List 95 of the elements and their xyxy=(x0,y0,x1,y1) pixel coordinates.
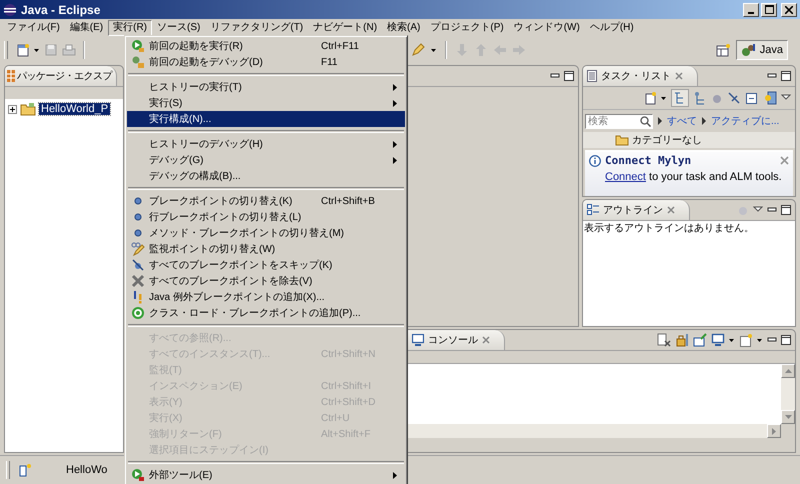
category-label: カテゴリーなし xyxy=(632,134,702,147)
list-icon xyxy=(587,70,597,82)
pencil-icon[interactable] xyxy=(410,43,426,57)
maximize-icon[interactable] xyxy=(781,335,791,345)
menu-item[interactable]: ナビゲート(N) xyxy=(308,20,382,36)
search-field[interactable]: 検索 xyxy=(585,114,653,128)
menu-item[interactable]: すべてのブレークポイントを除去(V) xyxy=(127,273,405,289)
scroll-down-button[interactable] xyxy=(781,410,795,424)
maximize-icon[interactable] xyxy=(564,71,574,81)
bug-icon xyxy=(131,55,145,69)
menu-item[interactable]: ヘルプ(H) xyxy=(584,20,639,36)
class-icon xyxy=(131,306,145,320)
filter-link[interactable]: すべて xyxy=(667,114,697,128)
view-tab[interactable]: タスク・リスト xyxy=(583,66,698,86)
close-button[interactable] xyxy=(781,2,797,16)
perspective-icon xyxy=(740,43,757,57)
vertical-scrollbar[interactable] xyxy=(781,364,795,424)
menu-item[interactable]: すべてのブレークポイントをスキップ(K) xyxy=(127,257,405,273)
menu-item[interactable]: 前回の起動をデバッグ(D) F11 xyxy=(127,54,405,70)
menu-item[interactable]: ブレークポイントの切り替え(K) Ctrl+Shift+B xyxy=(127,193,405,209)
menu-item[interactable]: 実行構成(N)... xyxy=(127,111,405,127)
search-icon xyxy=(640,116,651,126)
scheduled-icon[interactable] xyxy=(693,91,707,105)
menu-item[interactable]: ソース(S) xyxy=(152,20,206,36)
close-icon xyxy=(785,6,793,14)
menu-item[interactable]: デバッグ(G) xyxy=(127,152,405,168)
monitor-icon xyxy=(412,334,424,346)
expand-icon[interactable] xyxy=(8,104,17,114)
clear-console-icon[interactable] xyxy=(657,333,671,347)
triangle-icon xyxy=(657,117,663,125)
outline-icon xyxy=(587,204,599,216)
menu-item[interactable]: Java 例外ブレークポイントの追加(X)... xyxy=(127,289,405,305)
status-text: HelloWo xyxy=(66,464,108,476)
down-arrow-icon xyxy=(784,415,792,419)
play-icon xyxy=(131,39,145,53)
menu-item[interactable]: 編集(E) xyxy=(64,20,108,36)
outline-message: 表示するアウトラインはありません。 xyxy=(583,223,754,234)
menu-item[interactable]: 監視ポイントの切り替え(W) xyxy=(127,241,405,257)
open-perspective-icon[interactable] xyxy=(716,43,730,57)
menu-item[interactable]: ヒストリーの実行(T) xyxy=(127,79,405,95)
menu-item[interactable]: 実行(S) xyxy=(127,95,405,111)
maximize-icon[interactable] xyxy=(781,205,791,215)
skip-icon xyxy=(131,258,145,272)
scroll-up-button[interactable] xyxy=(781,364,795,378)
close-icon[interactable] xyxy=(482,336,490,344)
lock-icon[interactable] xyxy=(675,333,689,347)
menu-item[interactable]: ウィンドウ(W) xyxy=(508,20,585,36)
remove-icon xyxy=(131,274,145,288)
new-file-icon[interactable] xyxy=(18,463,32,477)
minimize-icon xyxy=(748,12,754,14)
triangle-icon xyxy=(701,117,707,125)
close-icon[interactable] xyxy=(667,206,675,214)
folder-icon xyxy=(20,102,36,116)
new-console-icon[interactable] xyxy=(739,333,753,347)
notification-title: Connect Mylyn xyxy=(605,154,692,167)
menu-item[interactable]: ヒストリーのデバッグ(H) xyxy=(127,136,405,152)
menu-item[interactable]: 検索(A) xyxy=(382,20,426,36)
notification-text: Connect to your task and ALM tools. xyxy=(604,170,783,183)
filter-link[interactable]: アクティブに... xyxy=(711,114,780,128)
info-icon xyxy=(589,154,601,166)
menu-item[interactable]: メソッド・ブレークポイントの切り替え(M) xyxy=(127,225,405,241)
categorized-icon[interactable] xyxy=(671,89,689,107)
perspective-button[interactable]: Java xyxy=(736,40,788,60)
view-tab[interactable]: コンソール xyxy=(408,330,505,350)
menu-item[interactable]: 行ブレークポイントの切り替え(L) xyxy=(127,209,405,225)
new-task-icon[interactable] xyxy=(645,91,657,105)
maximize-icon xyxy=(764,5,774,14)
view-tab[interactable]: パッケージ・エクスプ xyxy=(5,66,117,86)
new-file-icon[interactable] xyxy=(16,43,30,57)
menu-item[interactable]: クラス・ロード・ブレークポイントの追加(P)... xyxy=(127,305,405,321)
sphere-icon xyxy=(3,2,17,16)
menu-item[interactable]: プロジェクト(P) xyxy=(425,20,509,36)
menu-item[interactable]: ファイル(F) xyxy=(2,20,65,36)
connect-link[interactable]: Connect xyxy=(605,171,646,183)
minimize-button[interactable] xyxy=(743,2,759,16)
close-icon[interactable] xyxy=(780,156,789,165)
up-arrow-icon xyxy=(784,369,792,373)
window-title: Java - Eclipse xyxy=(21,2,100,16)
menu-item[interactable]: 前回の起動を実行(R) Ctrl+F11 xyxy=(127,38,405,54)
pencil-icon xyxy=(131,242,145,256)
menu-item[interactable]: デバッグの構成(B)... xyxy=(127,168,405,184)
menu-item[interactable]: リファクタリング(T) xyxy=(205,20,308,36)
right-arrow-icon xyxy=(772,428,776,434)
scroll-right-button[interactable] xyxy=(767,424,781,438)
view-tab[interactable]: アウトライン xyxy=(583,200,690,220)
menu-item[interactable]: 外部ツール(E) xyxy=(127,467,405,483)
package-icon xyxy=(7,70,15,82)
maximize-icon[interactable] xyxy=(781,71,791,81)
tool-icon xyxy=(131,468,145,482)
monitor-icon[interactable] xyxy=(711,333,725,347)
collapse-all-icon[interactable] xyxy=(745,91,759,105)
close-icon[interactable] xyxy=(675,72,683,80)
folder-icon xyxy=(615,134,629,146)
project-item[interactable]: HelloWorld_P xyxy=(39,103,110,115)
maximize-button[interactable] xyxy=(761,2,777,16)
